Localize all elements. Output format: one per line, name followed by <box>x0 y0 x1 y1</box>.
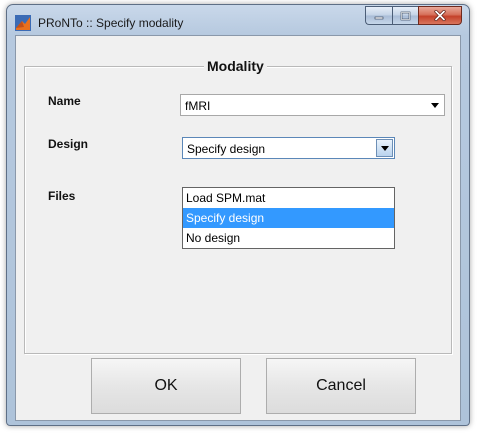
files-label: Files <box>48 189 76 203</box>
design-option-specify-design[interactable]: Specify design <box>183 208 394 228</box>
window-title: PRoNTo :: Specify modality <box>38 16 184 30</box>
name-select[interactable]: fMRI <box>180 94 445 116</box>
design-label: Design <box>48 137 89 151</box>
close-icon <box>434 10 446 21</box>
minimize-icon <box>374 16 384 19</box>
modality-group-title: Modality <box>204 58 267 74</box>
cancel-button[interactable]: Cancel <box>266 358 416 414</box>
chevron-down-icon <box>380 145 389 151</box>
chevron-down-icon <box>430 102 439 108</box>
name-label: Name <box>48 94 81 108</box>
name-select-value: fMRI <box>185 99 211 113</box>
ok-button[interactable]: OK <box>91 358 241 414</box>
matlab-logo-icon <box>15 15 31 31</box>
title-bar[interactable]: PRoNTo :: Specify modality <box>7 5 469 39</box>
maximize-icon <box>400 11 411 20</box>
design-dropdown-list: Load SPM.mat Specify design No design <box>182 187 395 249</box>
dialog-body: Modality Name fMRI Design Specify design… <box>15 35 461 421</box>
maximize-button[interactable] <box>392 6 418 25</box>
minimize-button[interactable] <box>365 6 392 25</box>
design-select-arrow[interactable] <box>376 139 393 157</box>
caption-buttons <box>365 6 462 26</box>
name-select-arrow[interactable] <box>426 96 443 114</box>
design-select-value: Specify design <box>187 142 266 156</box>
design-option-load-spm[interactable]: Load SPM.mat <box>183 188 394 208</box>
design-select[interactable]: Specify design <box>182 137 395 159</box>
dialog-window: PRoNTo :: Specify modality Modality Name… <box>6 4 470 426</box>
close-button[interactable] <box>418 6 462 25</box>
design-option-no-design[interactable]: No design <box>183 228 394 248</box>
